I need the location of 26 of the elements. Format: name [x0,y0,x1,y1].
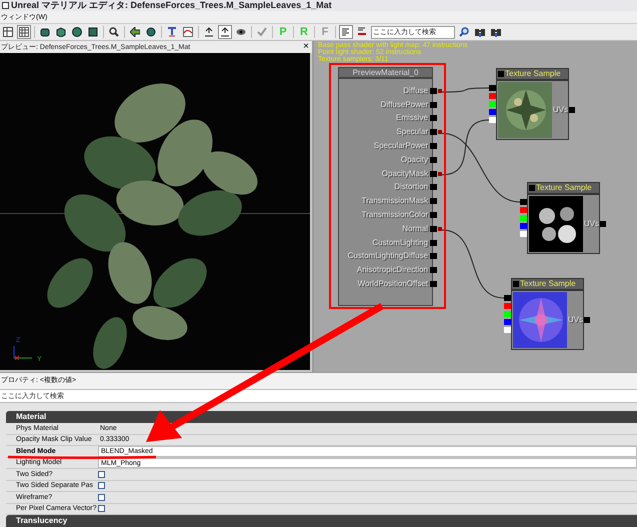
close-button[interactable]: × [301,42,311,52]
pin-label: SpecularPower [374,142,429,150]
pin-label: UVs [584,220,599,228]
pin-label: DiffusePower [380,100,429,109]
category-header[interactable]: Translucency [6,515,637,527]
pin-label: Emissive [396,114,429,122]
pin-label: Normal [402,224,429,233]
node-title: Texture Sample [505,70,561,78]
node-title: PreviewMaterial_0 [338,67,433,78]
category-header[interactable]: Material [6,411,637,423]
window-title: Unreal マテリアル エディタ: DefenseForces_Trees.M_SampleLeaves_1_Mat [11,1,332,10]
pin-label: UVs [552,106,568,114]
pin-label: CustomLighting [372,238,429,247]
pin-label: OpacityMask [382,170,429,178]
pin-label: Specular [396,128,429,136]
pin-label: UVs [568,316,583,324]
pin-label: Distortion [394,183,429,192]
pin-label: Opacity [400,156,429,164]
pin-label: AnisotropicDirection [356,266,429,274]
pin-label: WorldPositionOffset [358,280,429,288]
pin-label: Diffuse [403,86,429,95]
node-title: Texture Sample [520,280,576,288]
node-title: Texture Sample [536,184,592,192]
pin-label: CustomLightingDiffuse [348,252,429,260]
pin-label: TransmissionMask [362,197,429,206]
pin-label: TransmissionColor [362,211,429,220]
